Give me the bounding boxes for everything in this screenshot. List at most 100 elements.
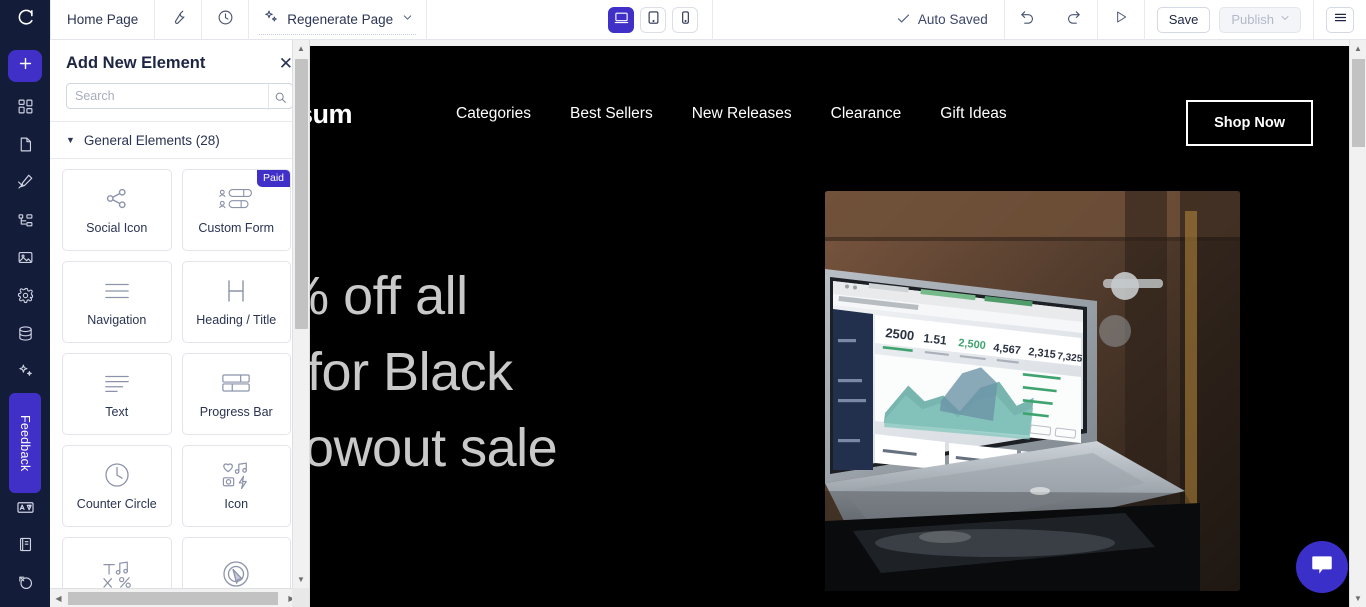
gear-icon	[17, 287, 34, 309]
chat-widget-button[interactable]	[1296, 541, 1348, 593]
sidebar-item-layouts[interactable]	[8, 93, 42, 125]
triangle-left-icon[interactable]: ◀	[50, 589, 67, 607]
element-card-custom-form[interactable]: Paid Custom Form	[181, 168, 291, 251]
book-icon	[17, 536, 34, 558]
element-label: Navigation	[87, 312, 147, 327]
grid-blocks-icon	[17, 98, 34, 120]
panel-title: Add New Element	[66, 54, 206, 72]
triangle-up-icon[interactable]: ▲	[1350, 40, 1366, 57]
image-icon	[17, 249, 34, 271]
site-logo[interactable]: sum	[310, 99, 353, 130]
sidebar-item-structure[interactable]	[8, 207, 42, 239]
svg-text:1.51: 1.51	[923, 331, 948, 348]
nav-link-categories[interactable]: Categories	[456, 105, 531, 123]
sidebar-item-docs[interactable]	[8, 531, 42, 563]
wrench-icon	[170, 9, 187, 31]
nav-link-new-releases[interactable]: New Releases	[692, 105, 792, 123]
top-toolbar: Home Page Regenerate Page Auto Saved Sav…	[0, 0, 1366, 40]
nav-link-best-sellers[interactable]: Best Sellers	[570, 105, 653, 123]
sidebar-item-ai[interactable]	[8, 358, 42, 390]
divider	[426, 0, 428, 40]
history-button[interactable]	[202, 0, 248, 40]
element-card-icon[interactable]: Icon	[181, 444, 291, 527]
laptop-analytics-dashboard-photo: 2500 1.51 2,500 4,567 2,315 7,325	[825, 191, 1240, 591]
device-mobile-button[interactable]	[672, 6, 699, 33]
element-card-progress-bar[interactable]: Progress Bar	[181, 352, 291, 435]
panel-scroll-thumb[interactable]	[295, 59, 308, 329]
triangle-down-icon[interactable]: ▼	[1350, 590, 1366, 607]
autosave-status: Auto Saved	[880, 11, 1004, 29]
heading-h-icon	[224, 277, 248, 305]
element-card-text[interactable]: Text	[62, 352, 172, 435]
sidebar-item-add[interactable]	[8, 50, 42, 82]
mobile-icon	[678, 10, 693, 30]
sidebar-item-design[interactable]	[8, 169, 42, 201]
canvas-vertical-scrollbar[interactable]: ▲ ▼	[1349, 40, 1366, 607]
page-canvas[interactable]: sum Categories Best Sellers New Releases…	[310, 40, 1366, 607]
shop-now-button[interactable]: Shop Now	[1186, 100, 1313, 146]
scrollbar-corner	[292, 588, 309, 607]
redo-button[interactable]	[1051, 0, 1097, 40]
element-card-counter-circle[interactable]: Counter Circle	[62, 444, 172, 527]
preview-button[interactable]	[1098, 0, 1144, 40]
element-grid: Social Icon Paid Custom Form Navigation …	[50, 159, 309, 607]
site-preview: sum Categories Best Sellers New Releases…	[310, 46, 1349, 607]
panel-vertical-scrollbar[interactable]: ▲ ▼	[292, 40, 309, 588]
add-element-panel: Add New Element ✕ ▼ General Elements (28…	[50, 40, 310, 607]
device-desktop-button[interactable]	[608, 6, 635, 33]
panel-hscroll-thumb[interactable]	[68, 592, 278, 605]
nav-link-clearance[interactable]: Clearance	[831, 105, 902, 123]
check-icon	[896, 11, 911, 29]
sidebar-item-settings[interactable]	[8, 282, 42, 314]
element-label: Heading / Title	[196, 312, 277, 327]
icon-collection-icon	[220, 461, 252, 489]
sidebar-item-media[interactable]	[8, 244, 42, 276]
sidebar-item-pages[interactable]	[8, 131, 42, 163]
click-target-icon	[222, 560, 250, 588]
database-icon	[17, 325, 34, 347]
triangle-up-icon[interactable]: ▲	[293, 40, 309, 57]
typography-mix-icon	[101, 560, 133, 588]
element-card-social-icon[interactable]: Social Icon	[62, 168, 172, 251]
undo-button[interactable]	[1005, 0, 1051, 40]
device-preview-switcher	[594, 6, 712, 33]
triangle-down-icon[interactable]: ▼	[293, 571, 309, 588]
nav-link-gift-ideas[interactable]: Gift Ideas	[940, 105, 1006, 123]
site-navbar: sum Categories Best Sellers New Releases…	[310, 78, 1349, 150]
element-grid-scroll[interactable]: Social Icon Paid Custom Form Navigation …	[50, 157, 309, 607]
sidebar-item-translate[interactable]	[8, 494, 42, 526]
save-button[interactable]: Save	[1156, 6, 1211, 33]
element-card-heading-title[interactable]: Heading / Title	[181, 260, 291, 343]
hero-image[interactable]: 2500 1.51 2,500 4,567 2,315 7,325	[825, 191, 1240, 591]
main-menu-button[interactable]	[1326, 6, 1355, 33]
search-icon[interactable]	[268, 84, 292, 110]
feedback-tab[interactable]: Feedback	[9, 393, 41, 493]
brush-pencil-icon	[16, 173, 34, 196]
device-tablet-button[interactable]	[640, 6, 667, 33]
sidebar-item-data[interactable]	[8, 320, 42, 352]
sparkles-icon	[17, 363, 34, 385]
element-group-header[interactable]: ▼ General Elements (28)	[50, 122, 309, 158]
share-nodes-icon	[104, 185, 129, 213]
chevron-down-icon	[401, 11, 414, 29]
undo-icon	[1019, 9, 1036, 31]
element-card-navigation[interactable]: Navigation	[62, 260, 172, 343]
element-label: Social Icon	[86, 220, 148, 235]
panel-horizontal-scrollbar[interactable]: ◀ ▶	[50, 588, 309, 607]
menu-lines-icon	[104, 277, 130, 305]
site-nav-links: Categories Best Sellers New Releases Cle…	[456, 105, 1007, 123]
element-group-label: General Elements (28)	[83, 132, 220, 148]
page-name-label[interactable]: Home Page	[51, 12, 154, 27]
tools-button[interactable]	[155, 0, 201, 40]
regenerate-page-button[interactable]: Regenerate Page	[249, 0, 426, 40]
close-icon[interactable]: ✕	[279, 55, 293, 72]
search-input[interactable]	[66, 83, 293, 109]
publish-button[interactable]: Publish	[1219, 6, 1302, 33]
caret-down-icon: ▼	[66, 135, 75, 146]
redo-icon	[1065, 9, 1082, 31]
canvas-scroll-thumb[interactable]	[1352, 59, 1365, 147]
divider	[712, 0, 714, 40]
app-logo-icon	[16, 8, 35, 31]
app-logo[interactable]	[0, 0, 50, 40]
sidebar-item-history[interactable]	[8, 569, 42, 601]
